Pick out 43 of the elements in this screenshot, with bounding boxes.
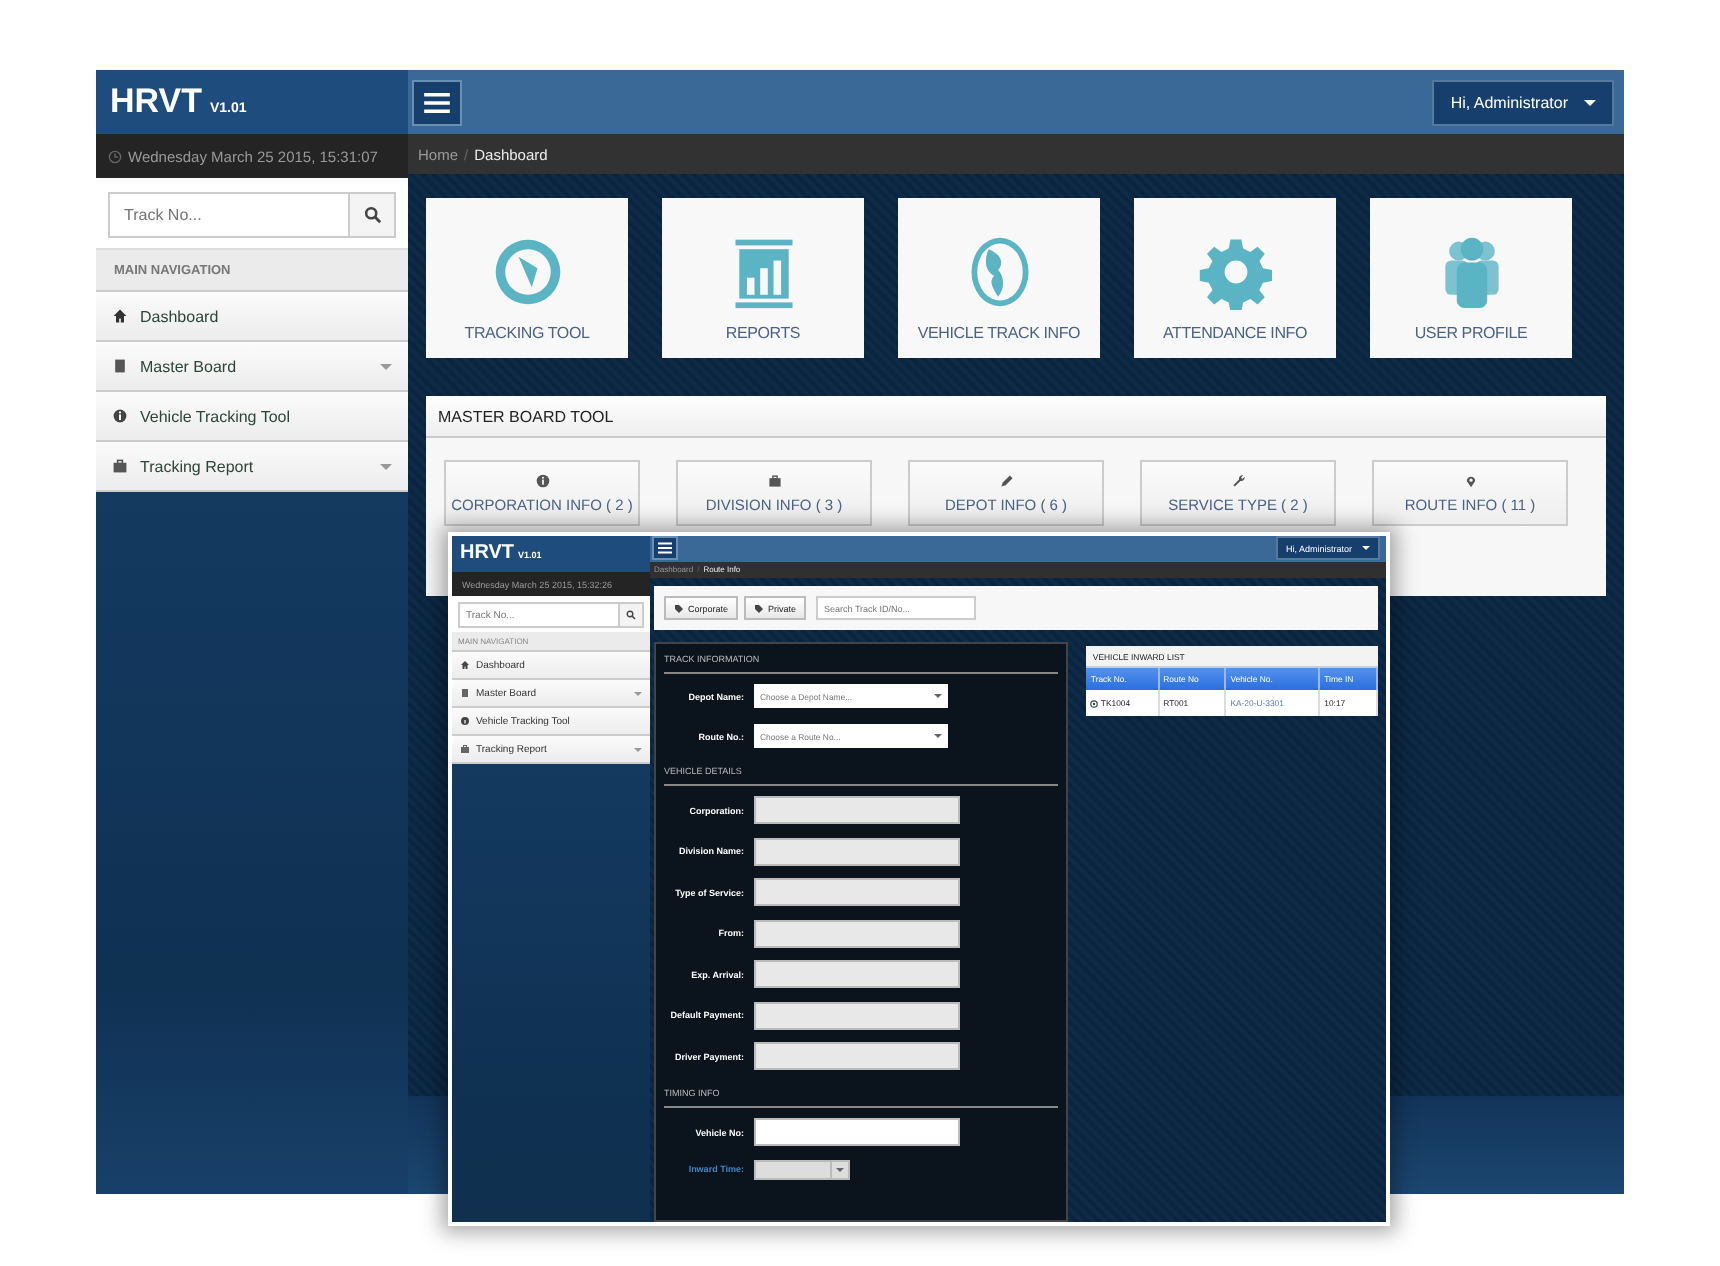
search-button[interactable]	[350, 192, 396, 238]
nav-item[interactable]: Tracking Report	[96, 442, 408, 492]
tile-card[interactable]: TRACKING TOOL	[426, 198, 628, 358]
pencil-icon	[999, 473, 1013, 487]
search-button[interactable]	[620, 602, 644, 628]
tile-card[interactable]: ATTENDANCE INFO	[1134, 198, 1336, 358]
briefcase-icon	[767, 473, 781, 487]
briefcase-icon	[460, 744, 470, 754]
clock-icon	[108, 149, 122, 163]
time-field[interactable]	[754, 1159, 850, 1179]
caret-icon	[934, 734, 942, 738]
brand-logo: HRVT	[460, 542, 515, 564]
input-field[interactable]	[754, 1118, 960, 1146]
menu-button[interactable]	[652, 536, 678, 561]
menu-button[interactable]	[412, 79, 462, 125]
gear-icon	[1197, 234, 1273, 310]
search-field[interactable]: Track No...	[108, 192, 350, 238]
wrench-icon	[1231, 473, 1245, 487]
home-icon	[460, 660, 470, 670]
panel-title: MASTER BOARD TOOL	[426, 396, 1606, 438]
caret-icon	[836, 1167, 844, 1171]
briefcase-icon	[112, 458, 128, 474]
search-icon	[363, 206, 381, 224]
tile-card[interactable]: USER PROFILE	[1370, 198, 1572, 358]
info-icon	[460, 716, 470, 726]
caret-icon	[1584, 99, 1596, 105]
home-icon	[112, 308, 128, 324]
caret-icon	[934, 694, 942, 698]
menu-icon	[424, 91, 450, 113]
menu-icon	[658, 542, 672, 555]
info-icon	[112, 408, 128, 424]
caret-icon	[1362, 546, 1370, 551]
tag-icon	[674, 603, 684, 613]
brand-logo: HRVT	[110, 82, 202, 122]
nav-item[interactable]: Dashboard	[96, 292, 408, 342]
tile-card[interactable]: REPORTS	[662, 198, 864, 358]
search-icon	[626, 610, 636, 620]
info-icon	[535, 473, 549, 487]
tag-icon	[754, 603, 765, 613]
nav-item[interactable]: Vehicle Tracking Tool	[96, 392, 408, 442]
user-menu[interactable]: Hi, Administrator	[1432, 79, 1614, 125]
tile-card[interactable]: VEHICLE TRACK INFO	[898, 198, 1100, 358]
nav-item[interactable]: Master Board	[96, 342, 408, 392]
